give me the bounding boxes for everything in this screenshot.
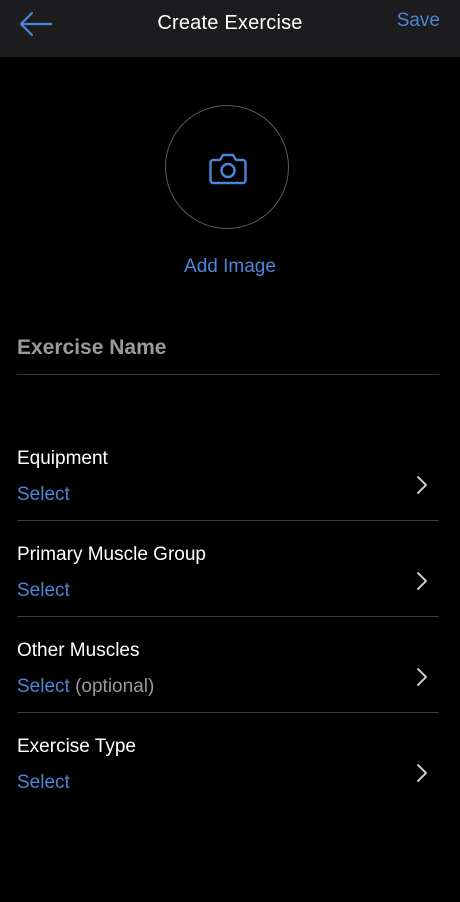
chevron-right-icon [417,668,427,686]
save-button[interactable]: Save [397,10,440,32]
other-muscles-row[interactable]: Other Muscles Select (optional) [17,616,439,713]
add-image-link[interactable]: Add Image [0,256,460,278]
create-exercise-screen: Create Exercise Save Add Image Equipment… [0,0,460,902]
add-image-circle[interactable] [165,105,289,229]
top-bar: Create Exercise Save [0,0,460,57]
primary-muscle-group-label: Primary Muscle Group [17,544,206,565]
exercise-type-select[interactable]: Select [17,772,70,794]
camera-icon [209,153,247,185]
equipment-select[interactable]: Select [17,484,70,506]
other-muscles-select[interactable]: Select [17,676,70,697]
primary-muscle-group-select[interactable]: Select [17,580,70,602]
page-title: Create Exercise [157,12,303,34]
exercise-type-label: Exercise Type [17,736,136,757]
exercise-name-input[interactable] [17,322,439,375]
primary-muscle-group-row[interactable]: Primary Muscle Group Select [17,520,439,617]
other-muscles-label: Other Muscles [17,640,140,661]
equipment-row[interactable]: Equipment Select [17,424,439,521]
chevron-right-icon [417,572,427,590]
other-muscles-value[interactable]: Select (optional) [17,676,154,698]
optional-note: (optional) [75,676,155,697]
equipment-label: Equipment [17,448,108,469]
chevron-right-icon [417,764,427,782]
exercise-type-row[interactable]: Exercise Type Select [17,712,439,808]
chevron-right-icon [417,476,427,494]
